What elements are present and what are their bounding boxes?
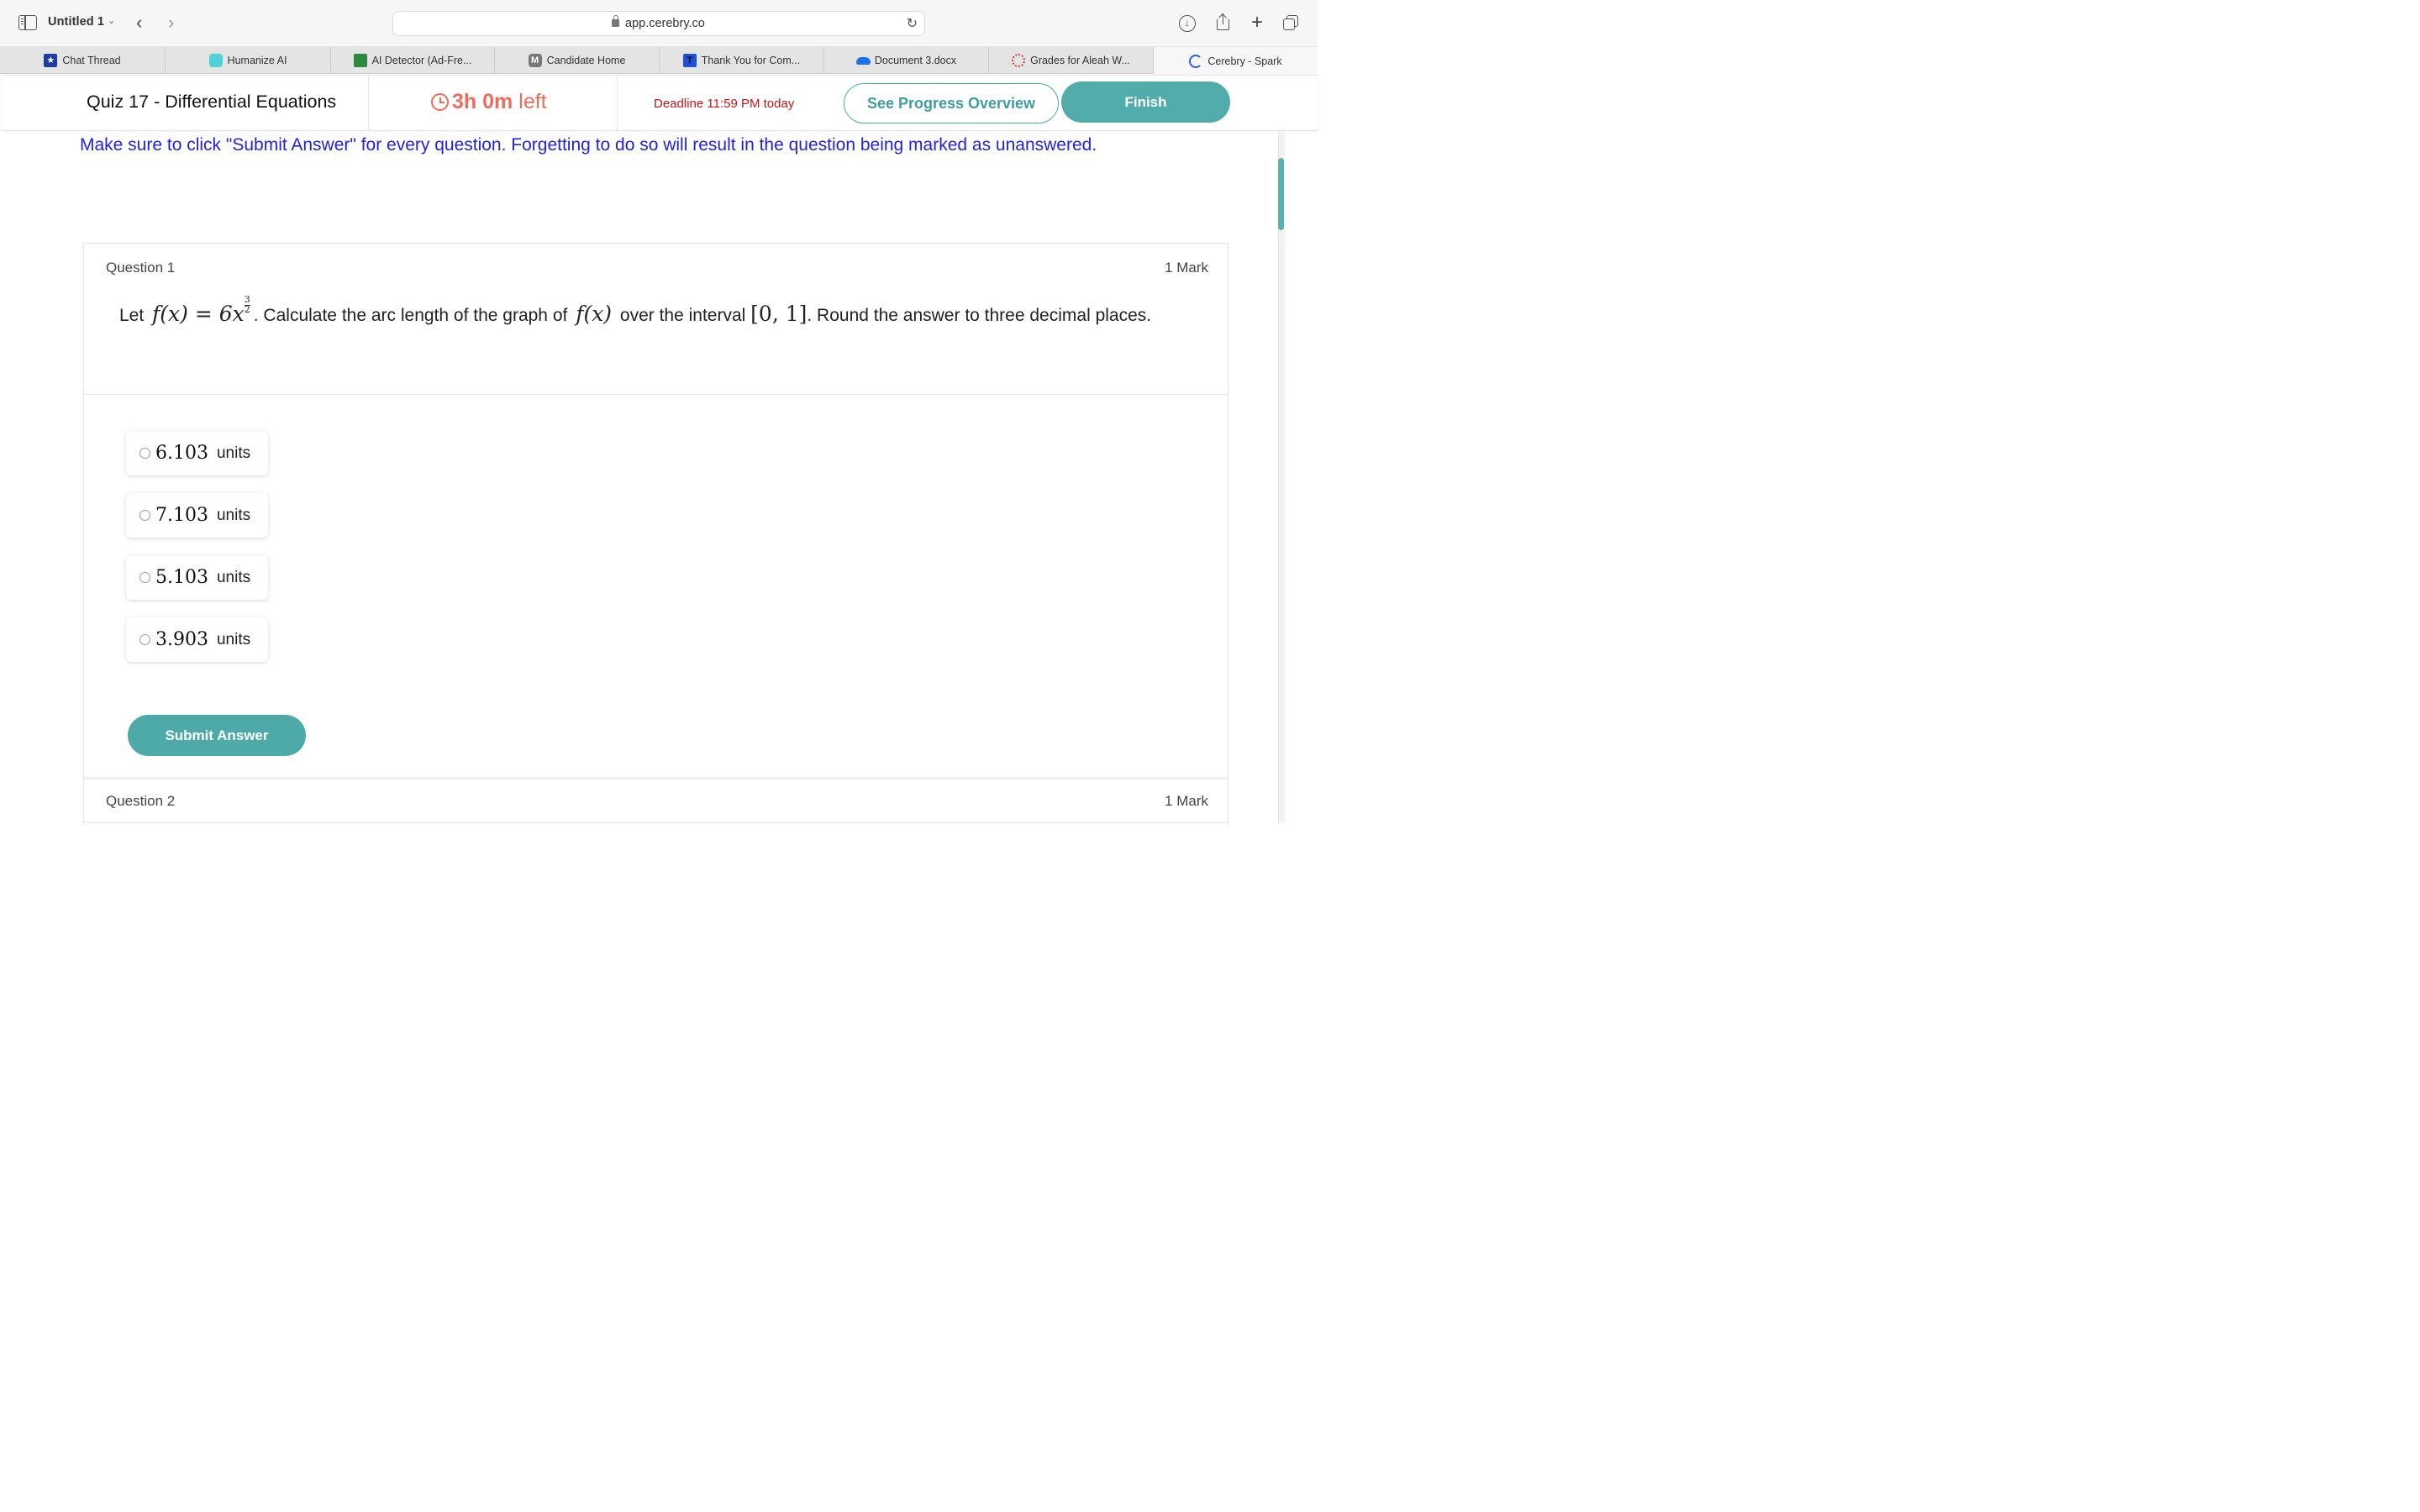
timer-suffix: left bbox=[518, 90, 547, 113]
question-text-part: Let bbox=[119, 305, 145, 325]
answer-option[interactable]: 5.103 units bbox=[126, 555, 268, 600]
window-title[interactable]: Untitled 1 bbox=[48, 15, 104, 29]
submit-reminder-notice: Make sure to click "Submit Answer" for e… bbox=[80, 135, 1097, 155]
download-icon[interactable]: ↓ bbox=[1179, 15, 1196, 32]
question-label: Question 2 bbox=[106, 793, 176, 809]
option-value: 6.103 bbox=[155, 443, 208, 464]
tab-label: Chat Thread bbox=[62, 55, 121, 66]
tab-label: Grades for Aleah W... bbox=[1030, 55, 1130, 66]
browser-toolbar: Untitled 1 ⌄ ‹ › app.cerebry.co ↻ ↓ + bbox=[0, 0, 1318, 47]
share-icon[interactable] bbox=[1213, 13, 1234, 33]
question-text-part: over the interval bbox=[619, 305, 746, 325]
question-divider bbox=[84, 394, 1228, 395]
answer-option[interactable]: 7.103 units bbox=[126, 493, 268, 538]
option-value: 7.103 bbox=[155, 505, 208, 526]
robot-icon bbox=[353, 54, 367, 67]
math-interval: [0, 1] bbox=[750, 301, 808, 326]
tab-label: Document 3.docx bbox=[874, 55, 957, 66]
submit-answer-button[interactable]: Submit Answer bbox=[128, 715, 306, 756]
tab-label: Thank You for Com... bbox=[701, 55, 801, 66]
back-arrow-icon[interactable]: ‹ bbox=[136, 12, 142, 34]
divider bbox=[368, 76, 369, 131]
see-progress-overview-button[interactable]: See Progress Overview bbox=[844, 83, 1059, 123]
question-text: Let f(x) = 6x 3 2. Calculate the arc lengt… bbox=[119, 295, 1186, 329]
option-unit: units bbox=[216, 568, 251, 586]
tab-strip: ★ Chat Thread Humanize AI AI Detector (A… bbox=[0, 47, 1318, 75]
answer-option[interactable]: 3.903 units bbox=[126, 617, 268, 662]
question-marks: 1 Mark bbox=[1165, 260, 1208, 276]
finish-button[interactable]: Finish bbox=[1061, 81, 1230, 123]
math-exponent: 32 bbox=[244, 294, 250, 315]
forward-arrow-icon[interactable]: › bbox=[168, 12, 174, 34]
option-unit: units bbox=[216, 444, 251, 462]
tab-humanize-ai[interactable]: Humanize AI bbox=[166, 47, 331, 74]
clock-icon bbox=[431, 93, 449, 111]
radio-button[interactable] bbox=[139, 572, 150, 583]
star-icon: ★ bbox=[44, 54, 58, 67]
quiz-header: Quiz 17 - Differential Equations 3h 0m l… bbox=[3, 75, 1318, 131]
tab-chat-thread[interactable]: ★ Chat Thread bbox=[0, 47, 166, 74]
question-text-part: . Round the answer to three decimal plac… bbox=[807, 305, 1152, 325]
chevron-down-icon[interactable]: ⌄ bbox=[108, 15, 115, 26]
divider bbox=[617, 76, 618, 131]
question-text-part: . Calculate the arc length of the graph … bbox=[253, 305, 568, 325]
tab-overview-icon[interactable] bbox=[1282, 13, 1302, 33]
question-card: Question 1 1 Mark Let f(x) = 6x 3 2. Calcu… bbox=[83, 243, 1228, 823]
option-value: 5.103 bbox=[155, 567, 208, 588]
option-unit: units bbox=[216, 506, 251, 524]
radio-button[interactable] bbox=[139, 448, 150, 459]
quiz-title: Quiz 17 - Differential Equations bbox=[87, 92, 337, 112]
math-function: f(x) = 6x 3 2 bbox=[149, 295, 254, 326]
option-value: 3.903 bbox=[155, 629, 208, 650]
lock-icon bbox=[612, 15, 619, 27]
tab-candidate-home[interactable]: M Candidate Home bbox=[495, 47, 660, 74]
question-label: Question 1 bbox=[106, 260, 176, 276]
t-logo-icon: T bbox=[682, 54, 697, 67]
exponent-denominator: 2 bbox=[244, 304, 250, 315]
answer-option[interactable]: 6.103 units bbox=[126, 431, 268, 475]
reload-icon[interactable]: ↻ bbox=[907, 15, 918, 32]
exponent-numerator: 3 bbox=[244, 294, 250, 305]
tab-label: AI Detector (Ad-Fre... bbox=[371, 55, 472, 66]
url-text[interactable]: app.cerebry.co bbox=[625, 17, 705, 30]
scrollbar-thumb[interactable] bbox=[1278, 158, 1284, 230]
address-bar[interactable]: app.cerebry.co ↻ bbox=[392, 11, 925, 36]
sidebar-toggle-icon[interactable] bbox=[18, 15, 37, 30]
m-logo-icon: M bbox=[528, 54, 542, 67]
question-marks: 1 Mark bbox=[1165, 793, 1208, 809]
radio-button[interactable] bbox=[139, 634, 150, 645]
option-unit: units bbox=[216, 630, 251, 648]
tab-label: Humanize AI bbox=[227, 55, 287, 66]
deadline-text: Deadline 11:59 PM today bbox=[654, 97, 795, 111]
math-expression: f(x) = 6x bbox=[152, 301, 245, 326]
humanize-logo-icon bbox=[208, 54, 223, 67]
tab-cerebry-spark[interactable]: Cerebry - Spark bbox=[1154, 47, 1318, 75]
question-divider bbox=[84, 777, 1228, 780]
tab-thank-you[interactable]: T Thank You for Com... bbox=[660, 47, 824, 74]
tab-label: Candidate Home bbox=[546, 55, 626, 66]
tab-document[interactable]: Document 3.docx bbox=[824, 47, 989, 74]
scrollbar-track[interactable] bbox=[1278, 132, 1285, 823]
timer-value: 3h 0m bbox=[452, 90, 513, 113]
timer: 3h 0m left bbox=[431, 90, 547, 114]
cloud-icon bbox=[855, 54, 871, 67]
grades-logo-icon bbox=[1012, 54, 1026, 67]
tab-grades[interactable]: Grades for Aleah W... bbox=[989, 47, 1154, 74]
tab-ai-detector[interactable]: AI Detector (Ad-Fre... bbox=[331, 47, 495, 74]
tab-label: Cerebry - Spark bbox=[1207, 55, 1282, 67]
radio-button[interactable] bbox=[139, 510, 150, 521]
new-tab-icon[interactable]: + bbox=[1247, 13, 1267, 33]
math-fx: f(x) bbox=[576, 301, 613, 326]
cerebry-logo-icon bbox=[1189, 54, 1203, 68]
